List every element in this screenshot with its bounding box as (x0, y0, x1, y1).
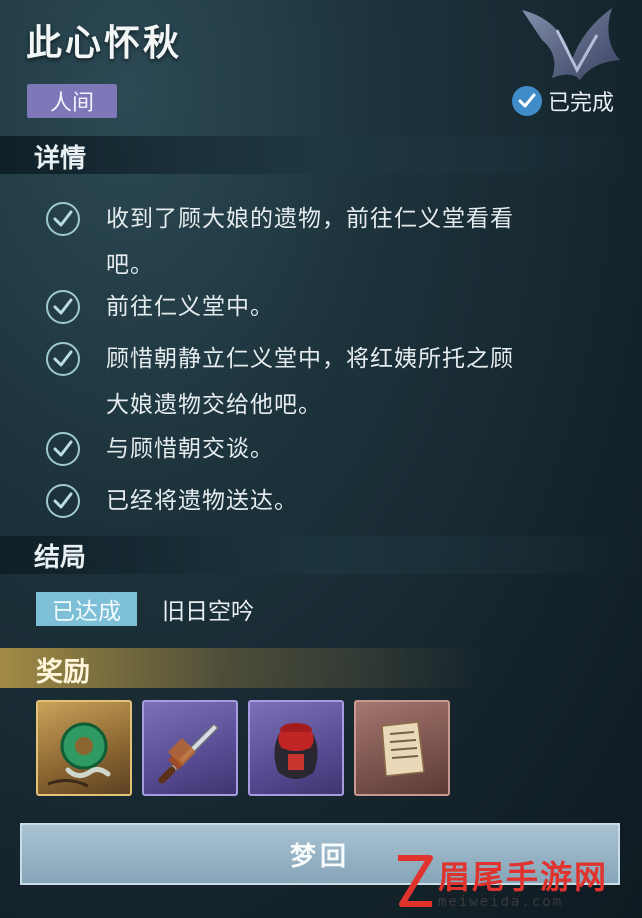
task-text: 与顾惜朝交谈。 (106, 426, 274, 472)
task-check-icon (46, 202, 80, 236)
task-text: 收到了顾大娘的遗物，前往仁义堂看看 吧。 (106, 196, 514, 288)
site-watermark: 眉尾手游网 meiweida.com (392, 850, 642, 918)
ending-name: 旧日空吟 (162, 599, 254, 625)
task-text-line: 前往仁义堂中。 (106, 294, 274, 320)
jade-pendant-icon (47, 722, 111, 788)
reward-item-scroll-book[interactable] (354, 700, 450, 796)
reward-item-dagger[interactable] (142, 700, 238, 796)
task-text-line: 与顾惜朝交谈。 (106, 436, 274, 462)
details-header-bar (0, 136, 642, 174)
dagger-icon (158, 722, 220, 784)
task-check-icon (46, 290, 80, 324)
task-item: 前往仁义堂中。 (46, 290, 616, 330)
completion-status: 已完成 (511, 84, 614, 118)
task-item: 顾惜朝静立仁义堂中，将红姨所托之顾 大娘遗物交给他吧。 (46, 342, 616, 428)
reward-item-wine-jar[interactable] (248, 700, 344, 796)
status-label: 已完成 (547, 91, 614, 116)
task-check-icon (46, 484, 80, 518)
reward-item-jade-pendant[interactable] (36, 700, 132, 796)
task-text: 顾惜朝静立仁义堂中，将红姨所托之顾 大娘遗物交给他吧。 (106, 336, 514, 428)
task-text: 前往仁义堂中。 (106, 284, 274, 330)
ending-heading: 结局 (34, 543, 87, 573)
task-item: 收到了顾大娘的遗物，前往仁义堂看看 吧。 (46, 202, 616, 288)
task-text-line: 大娘遗物交给他吧。 (106, 392, 322, 418)
task-item: 已经将遗物送达。 (46, 484, 616, 524)
reward-header-bar (0, 648, 642, 688)
quest-title: 此心怀秋 (26, 22, 183, 64)
wine-jar-icon (274, 723, 318, 779)
watermark-logo-icon (398, 855, 433, 907)
check-circle-icon (511, 86, 542, 116)
realm-tag: 人间 (27, 84, 117, 118)
ending-achieved-badge: 已达成 (36, 592, 137, 626)
task-item: 与顾惜朝交谈。 (46, 432, 616, 472)
task-text-line: 收到了顾大娘的遗物，前往仁义堂看看 (106, 206, 514, 232)
task-check-icon (46, 432, 80, 466)
task-text: 已经将遗物送达。 (106, 478, 298, 524)
task-text-line: 吧。 (106, 252, 154, 278)
task-text-line: 顾惜朝静立仁义堂中，将红姨所托之顾 (106, 346, 514, 372)
watermark-url: meiweida.com (438, 894, 564, 910)
task-text-line: 已经将遗物送达。 (106, 488, 298, 514)
watermark-name: 眉尾手游网 (438, 858, 609, 896)
task-check-icon (46, 342, 80, 376)
details-heading: 详情 (34, 144, 87, 174)
reward-heading: 奖励 (36, 657, 90, 688)
scroll-book-icon (381, 721, 425, 777)
ending-header-bar (0, 536, 642, 574)
